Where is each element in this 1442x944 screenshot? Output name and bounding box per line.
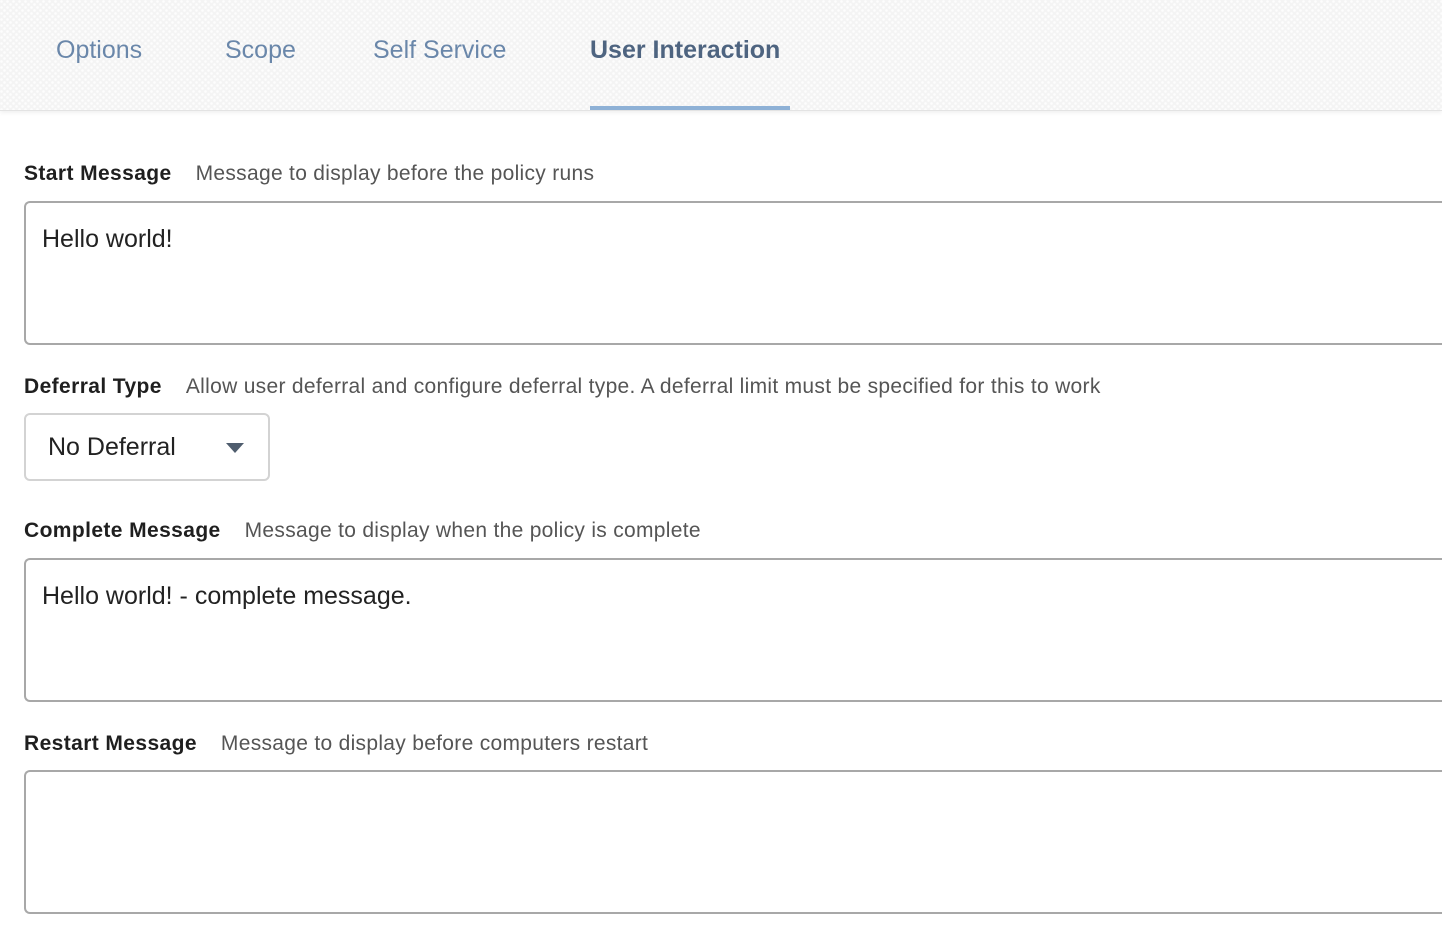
start-message-label: Start Message [24, 162, 172, 185]
deferral-type-label-row: Deferral Type Allow user deferral and con… [24, 375, 1101, 399]
tab-scope[interactable]: Scope [225, 0, 296, 110]
start-message-description: Message to display before the policy run… [195, 162, 595, 185]
deferral-type-description: Allow user deferral and configure deferr… [185, 375, 1101, 398]
caret-down-icon [226, 443, 244, 453]
complete-message-label: Complete Message [24, 519, 221, 542]
restart-message-description: Message to display before computers rest… [220, 732, 649, 755]
deferral-type-select[interactable]: No Deferral [24, 413, 270, 481]
deferral-type-label: Deferral Type [24, 375, 162, 398]
tab-options[interactable]: Options [56, 0, 142, 110]
complete-message-description: Message to display when the policy is co… [244, 519, 701, 542]
start-message-input[interactable]: Hello world! [24, 201, 1442, 345]
deferral-type-selected-value: No Deferral [48, 433, 176, 461]
tab-bar: Options Scope Self Service User Interact… [0, 0, 1442, 111]
complete-message-input[interactable]: Hello world! - complete message. [24, 558, 1442, 702]
tab-self-service[interactable]: Self Service [373, 0, 506, 110]
restart-message-input[interactable] [24, 770, 1442, 914]
restart-message-label-row: Restart Message Message to display before… [24, 732, 648, 756]
complete-message-label-row: Complete Message Message to display when … [24, 519, 701, 543]
restart-message-label: Restart Message [24, 732, 197, 755]
start-message-label-row: Start Message Message to display before t… [24, 162, 594, 186]
tab-user-interaction[interactable]: User Interaction [590, 0, 790, 110]
